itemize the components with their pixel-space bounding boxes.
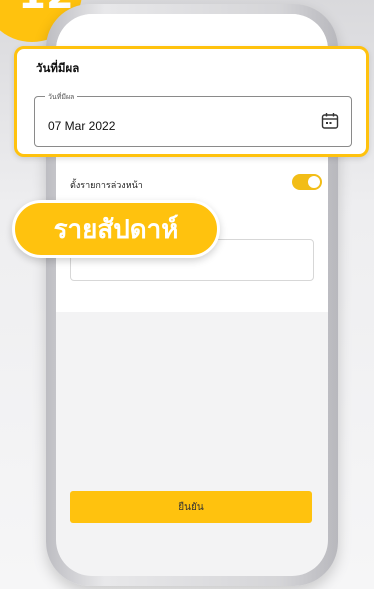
weekly-section-label: รายสัปดาห์ [53,214,179,245]
effective-date-title: วันที่มีผล [36,61,80,75]
confirm-button[interactable]: ยืนยัน [70,491,312,523]
weekly-section-badge: รายสัปดาห์ [12,200,220,258]
calendar-icon[interactable] [321,112,339,130]
effective-date-callout: วันที่มีผล วันที่มีผล 07 Mar 2022 [14,46,369,157]
effective-date-field[interactable]: วันที่มีผล 07 Mar 2022 [34,92,352,147]
advance-schedule-label: ตั้งรายการล่วงหน้า [70,181,143,191]
date-field-label: วันที่มีผล [45,92,78,103]
advance-schedule-toggle[interactable] [292,174,322,190]
date-field-value: 07 Mar 2022 [48,119,116,133]
